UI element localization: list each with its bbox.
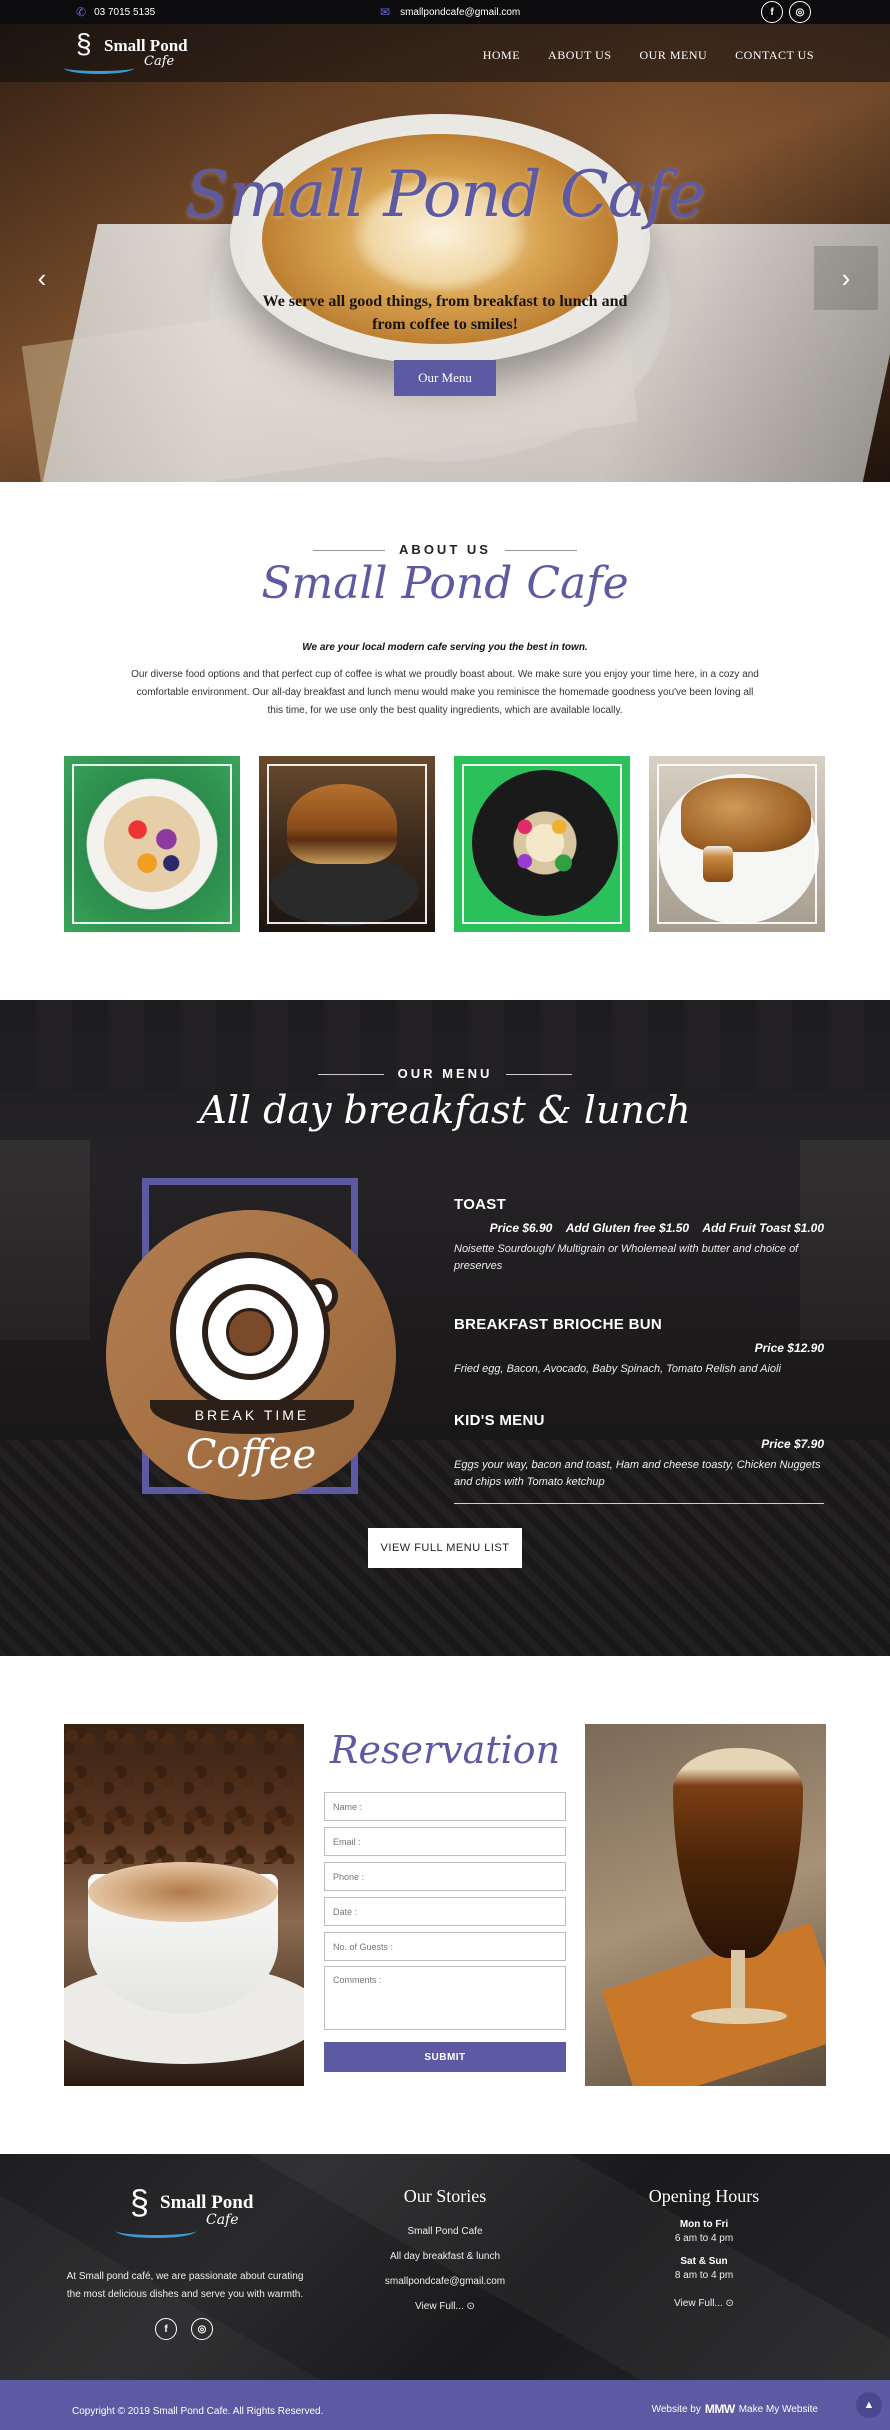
footer-socials: f ◎	[155, 2318, 213, 2340]
instagram-icon[interactable]: ◎	[191, 2318, 213, 2340]
top-email[interactable]: ✉ smallpondcafe@gmail.com	[380, 5, 520, 19]
footer-logo-name: Small Pond	[160, 2192, 254, 2213]
logo-name: Small Pond	[104, 36, 188, 55]
logo-swoosh	[64, 62, 134, 74]
nav-our-menu[interactable]: OUR MENU	[640, 48, 708, 63]
stories-heading: Our Stories	[403, 2186, 487, 2206]
menu-section: OUR MENU All day breakfast & lunch BREAK…	[0, 1000, 890, 1656]
menu-item-prices: Price $7.90	[761, 1437, 824, 1451]
coffee-badge: BREAK TIME Coffee	[106, 1176, 396, 1500]
mmw-logo-icon: MMW	[704, 2402, 735, 2416]
footer-stories: Our Stories Small Pond Cafe All day brea…	[345, 2186, 545, 2319]
about-title: Small Pond Cafe	[261, 558, 629, 609]
footer-hours: Opening Hours Mon to Fri 6 am to 4 pm Sa…	[604, 2186, 804, 2316]
menu-title: All day breakfast & lunch	[199, 1088, 691, 1132]
about-body: Our diverse food options and that perfec…	[131, 669, 759, 716]
top-socials: f ◎	[761, 1, 811, 23]
stories-link[interactable]: Small Pond Cafe	[345, 2219, 545, 2244]
food-photo-burger	[259, 756, 435, 932]
copyright-bar: Copyright © 2019 Small Pond Cafe. All Ri…	[0, 2380, 890, 2430]
submit-button[interactable]: SUBMIT	[324, 2042, 566, 2072]
top-phone[interactable]: ✆ 03 7015 5135	[76, 5, 155, 19]
hero-title: Small Pond Cafe	[185, 158, 705, 232]
stories-link[interactable]: All day breakfast & lunch	[345, 2244, 545, 2269]
nav-about-us[interactable]: ABOUT US	[548, 48, 611, 63]
email-field[interactable]	[324, 1827, 566, 1856]
phone-field[interactable]	[324, 1862, 566, 1891]
footer-logo[interactable]: § Small Pond Cafe	[114, 2184, 274, 2244]
logo-swoosh	[116, 2224, 196, 2238]
hours-time: 6 am to 4 pm	[674, 2233, 734, 2244]
food-photo-granola	[64, 756, 240, 932]
steam-icon: §	[76, 28, 92, 59]
our-menu-button[interactable]: Our Menu	[394, 360, 496, 396]
reservation-section: Reservation SUBMIT	[0, 1656, 890, 2154]
about-section: ABOUT US Small Pond Cafe We are your loc…	[0, 482, 890, 1000]
stories-link[interactable]: smallpondcafe@gmail.com	[345, 2269, 545, 2294]
nav-contact-us[interactable]: CONTACT US	[735, 48, 814, 63]
hours-view-full[interactable]: View Full... ⊙	[604, 2291, 804, 2316]
menu-item-desc: Fried egg, Bacon, Avocado, Baby Spinach,…	[454, 1363, 781, 1375]
date-field[interactable]	[324, 1897, 566, 1926]
phone-icon: ✆	[76, 5, 87, 19]
menu-divider	[454, 1503, 824, 1504]
hero-banner: Small Pond Cafe We serve all good things…	[0, 24, 890, 482]
about-label: ABOUT US	[0, 542, 890, 557]
hero-subtitle: We serve all good things, from breakfast…	[262, 293, 628, 333]
menu-item-desc: Eggs your way, bacon and toast, Ham and …	[454, 1459, 821, 1488]
menu-item-prices: Price $6.90 Add Gluten free $1.50 Add Fr…	[489, 1221, 824, 1235]
menu-item-name: KID'S MENU	[454, 1412, 545, 1429]
name-field[interactable]	[324, 1792, 566, 1821]
menu-item: KID'S MENU Price $7.90 Eggs your way, ba…	[454, 1412, 824, 1491]
menu-item-name: TOAST	[454, 1196, 507, 1213]
site-logo[interactable]: § Small Pond Cafe	[62, 28, 192, 78]
email-address: smallpondcafe@gmail.com	[400, 6, 521, 18]
website-credit[interactable]: Website by MMW Make My Website	[652, 2402, 818, 2416]
hours-heading: Opening Hours	[648, 2186, 760, 2206]
menu-item-name: BREAKFAST BRIOCHE BUN	[454, 1316, 662, 1333]
stories-view-full[interactable]: View Full... ⊙	[345, 2294, 545, 2319]
coffee-cup-icon	[170, 1252, 330, 1412]
main-nav: HOME ABOUT US OUR MENU CONTACT US	[483, 48, 814, 63]
top-bar: ✆ 03 7015 5135 ✉ smallpondcafe@gmail.com…	[0, 0, 890, 24]
footer-logo-cafe: Cafe	[206, 2212, 239, 2228]
scroll-to-top-icon[interactable]: ▲	[856, 2392, 882, 2418]
slider-prev-icon[interactable]: ‹	[10, 246, 74, 310]
facebook-icon[interactable]: f	[155, 2318, 177, 2340]
slider-next-icon[interactable]: ›	[814, 246, 878, 310]
steam-icon: §	[130, 2184, 149, 2222]
logo-cafe: Cafe	[144, 54, 175, 69]
footer-description: At Small pond café, we are passionate ab…	[66, 2271, 304, 2300]
cappuccino-photo	[64, 1724, 304, 2086]
food-photo-plate	[454, 756, 630, 932]
menu-item-desc: Noisette Sourdough/ Multigrain or Wholem…	[454, 1243, 799, 1272]
reservation-title: Reservation	[329, 1728, 561, 1772]
nav-home[interactable]: HOME	[483, 48, 520, 63]
comments-field[interactable]	[324, 1966, 566, 2030]
site-footer: § Small Pond Cafe At Small pond café, we…	[0, 2154, 890, 2380]
menu-item: BREAKFAST BRIOCHE BUN Price $12.90 Fried…	[454, 1316, 824, 1378]
copyright-text: Copyright © 2019 Small Pond Cafe. All Ri…	[72, 2406, 324, 2417]
hours-time: 8 am to 4 pm	[674, 2270, 734, 2281]
phone-number: 03 7015 5135	[94, 6, 156, 18]
iced-coffee-photo	[585, 1724, 826, 2086]
menu-label: OUR MENU	[0, 1066, 890, 1081]
facebook-icon[interactable]: f	[761, 1, 783, 23]
guests-field[interactable]	[324, 1932, 566, 1961]
hours-days: Mon to Fri	[679, 2219, 729, 2230]
hours-days: Sat & Sun	[680, 2256, 728, 2267]
view-full-menu-button[interactable]: VIEW FULL MENU LIST	[368, 1528, 522, 1568]
food-photo-toast	[649, 756, 825, 932]
instagram-icon[interactable]: ◎	[789, 1, 811, 23]
coffee-bean-icon	[226, 1308, 274, 1356]
menu-item: TOAST Price $6.90 Add Gluten free $1.50 …	[454, 1196, 824, 1275]
badge-word: Coffee	[185, 1432, 317, 1478]
site-header: § Small Pond Cafe HOME ABOUT US OUR MENU…	[0, 24, 890, 82]
menu-item-prices: Price $12.90	[754, 1341, 824, 1355]
about-tagline: We are your local modern cafe serving yo…	[302, 642, 588, 653]
mail-icon: ✉	[380, 5, 391, 19]
